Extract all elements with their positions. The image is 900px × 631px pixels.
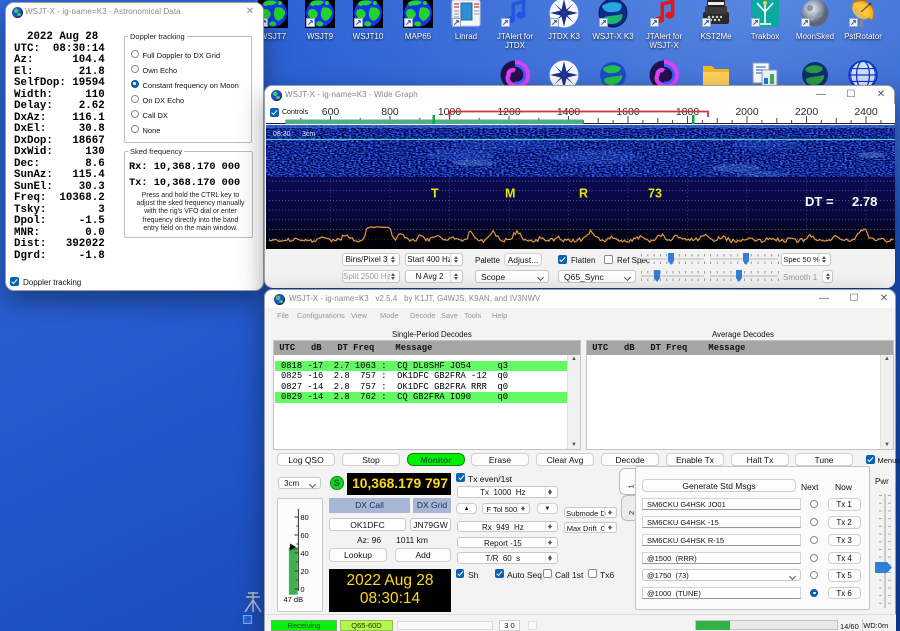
svg-text:40: 40 xyxy=(300,549,308,558)
svg-text:20: 20 xyxy=(300,567,308,576)
svg-text:73: 73 xyxy=(648,187,662,201)
svg-text:R: R xyxy=(579,187,588,201)
svg-text:3cm: 3cm xyxy=(302,131,315,138)
svg-text:T: T xyxy=(431,187,439,201)
svg-text:08:30: 08:30 xyxy=(273,131,291,138)
svg-text:2.78: 2.78 xyxy=(852,194,877,209)
svg-text:60: 60 xyxy=(300,531,308,540)
svg-text:80: 80 xyxy=(300,513,308,522)
svg-text:M: M xyxy=(505,187,515,201)
svg-text:0: 0 xyxy=(300,585,304,594)
svg-text:DT =: DT = xyxy=(805,194,834,209)
